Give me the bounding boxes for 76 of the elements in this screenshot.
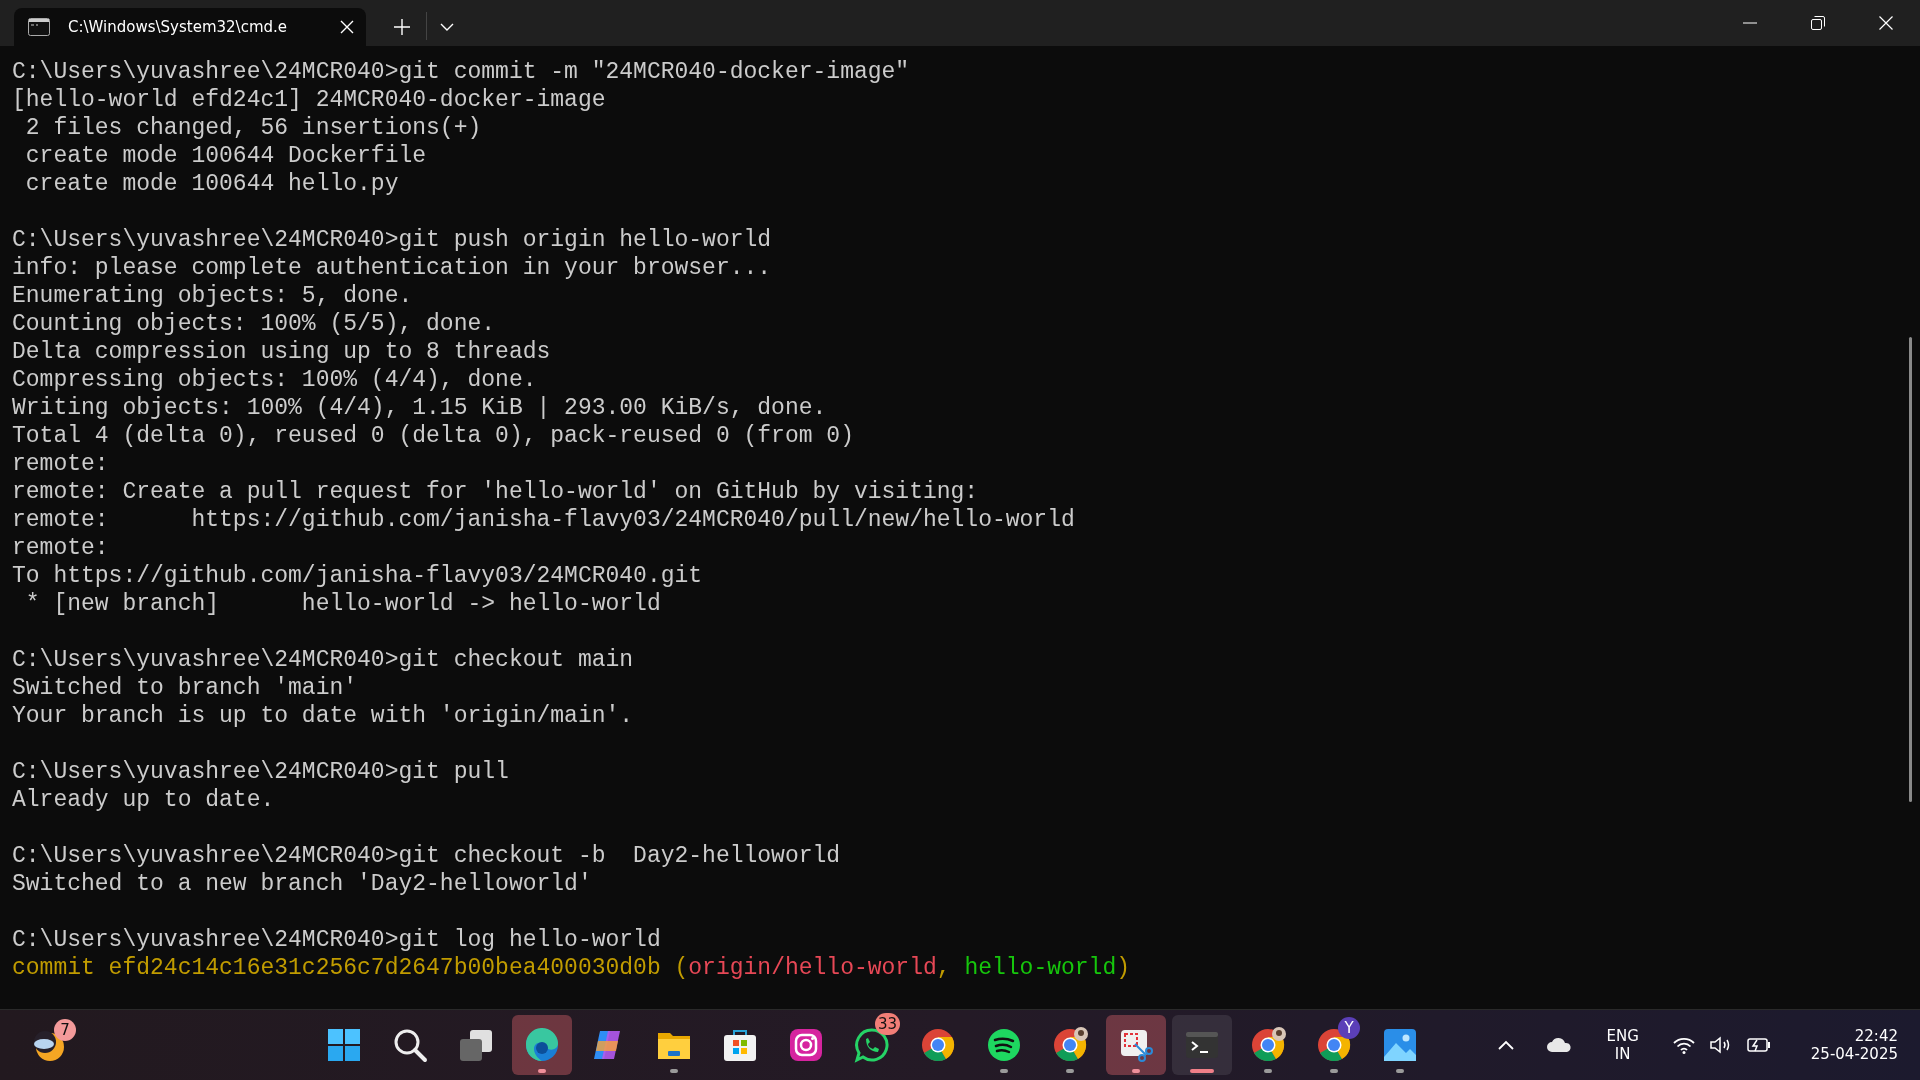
terminal-line: commit efd24c14c16e31c256c7d2647b00bea400030d0b (origin/hello-world, hello-world) [12,954,1130,982]
language-button[interactable]: ENG IN [1606,1026,1639,1064]
terminal-line: remote: [12,534,110,562]
windows-logo-icon [326,1027,362,1063]
terminal-line: C:\Users\yuvashree\24MCR040>git checkout -b Day2-helloworld [12,842,842,870]
running-indicator [538,1069,546,1073]
terminal-line: Switched to branch 'main' [12,674,359,702]
terminal-line: To https://github.com/janisha-flavy03/24MCR040.git [12,562,704,590]
photos-icon [1382,1027,1418,1063]
terminal-line: Counting objects: 100% (5/5), done. [12,310,497,338]
date-label: 25-04-2025 [1810,1045,1898,1063]
running-indicator [1190,1069,1214,1073]
search-icon [392,1027,428,1063]
chevron-down-icon [440,23,454,31]
profile-badge: Y [1338,1017,1360,1039]
terminal-line: remote: https://github.com/janisha-flavy03/24MCR040/pull/new/hello-world [12,506,1076,534]
terminal-line: C:\Users\yuvashree\24MCR040>git push origin hello-world [12,226,773,254]
running-indicator [670,1069,678,1073]
terminal-line: Your branch is up to date with 'origin/main'. [12,702,635,730]
chrome-icon [920,1027,956,1063]
running-indicator [1264,1069,1272,1073]
running-indicator [1132,1069,1140,1073]
terminal-line: Total 4 (delta 0), reused 0 (delta 0), pack-reused 0 (from 0) [12,422,855,450]
battery-charging-icon[interactable] [1746,1036,1771,1054]
notification-badge: 33 [874,1013,900,1035]
region-label: IN [1614,1045,1631,1063]
restore-icon [1811,16,1825,30]
terminal-line: create mode 100644 Dockerfile [24,142,428,170]
language-label: ENG [1606,1027,1639,1045]
running-indicator [1330,1069,1338,1073]
chrome-icon [1052,1027,1088,1063]
taskbar-app-button[interactable]: 33 [842,1015,902,1075]
running-indicator [1396,1069,1404,1073]
terminal-line: C:\Users\yuvashree\24MCR040>git commit -m "24MCR040-docker-image" [12,58,911,86]
wifi-icon[interactable] [1672,1036,1695,1054]
terminal-line: Compressing objects: 100% (4/4), done. [12,366,538,394]
terminal-line: info: please complete authentication in your browser... [12,254,773,282]
terminal-line: Switched to a new branch 'Day2-helloworld' [12,870,593,898]
terminal-line: C:\Users\yuvashree\24MCR040>git log hello-world [12,926,662,954]
terminal-line: * [new branch] hello-world -> hello-world [24,590,662,618]
clock-button[interactable]: 22:42 25-04-2025 [1810,1026,1898,1064]
phone-chat-icon [854,1027,890,1063]
terminal-line: [hello-world efd24c1] 24MCR040-docker-image [12,86,607,114]
taskbar-app-button[interactable] [1106,1015,1166,1075]
running-indicator [1000,1069,1008,1073]
cloud-icon [1546,1037,1573,1053]
store-icon [722,1027,758,1063]
terminal-line: Enumerating objects: 5, done. [12,282,414,310]
terminal-line: C:\Users\yuvashree\24MCR040>git checkout main [12,646,635,674]
close-icon [340,20,354,34]
spotify-icon [986,1027,1022,1063]
terminal-line: Already up to date. [12,786,276,814]
terminal-line: remote: [12,450,110,478]
minimize-icon [1743,22,1757,24]
terminal-icon [28,18,50,36]
terminal-line: create mode 100644 hello.py [24,170,400,198]
scrollbar-thumb[interactable] [1909,337,1912,802]
terminal-line: Delta compression using up to 8 threads [12,338,552,366]
chevron-up-icon [1498,1040,1515,1050]
time-label: 22:42 [1854,1027,1898,1045]
terminal-line: Writing objects: 100% (4/4), 1.15 KiB | 293.00 KiB/s, done. [12,394,828,422]
terminal-line: C:\Users\yuvashree\24MCR040>git pull [12,758,510,786]
terminal-tab[interactable]: C:\Windows\System32\cmd.e [14,8,366,46]
taskbar-app-button[interactable]: Y [1304,1015,1364,1075]
notification-badge: 7 [54,1019,76,1041]
task-view-icon [458,1027,494,1063]
camera-icon [788,1027,824,1063]
close-icon [1879,16,1893,30]
chrome-icon [1250,1027,1286,1063]
browser-icon [524,1027,560,1063]
terminal-line: 2 files changed, 56 insertions(+) [24,114,483,142]
scissors-icon [1118,1027,1154,1063]
tab-title: C:\Windows\System32\cmd.e [68,18,289,36]
terminal-line: remote: Create a pull request for 'hello-world' on GitHub by visiting: [12,478,980,506]
running-indicator [1066,1069,1074,1073]
plus-icon [394,19,410,35]
